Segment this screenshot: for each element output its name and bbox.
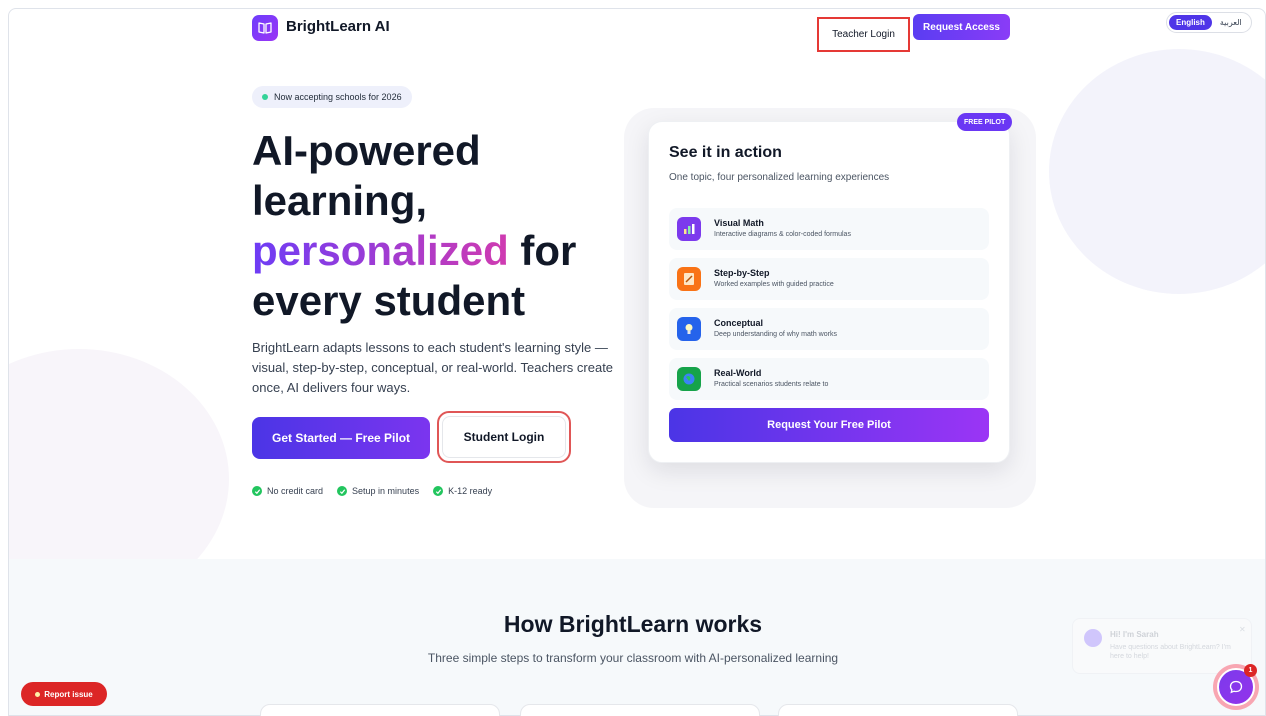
step-card (260, 704, 500, 716)
check-glyph (254, 488, 260, 494)
lightbulb-glyph (685, 324, 693, 334)
check-circle-icon (337, 486, 348, 496)
mode-item-conceptual[interactable]: Conceptual Deep understanding of why mat… (669, 308, 989, 350)
mode-desc: Worked examples with guided practice (714, 281, 834, 288)
chart-glyph (684, 224, 695, 234)
mode-item-real-world[interactable]: Real-World Practical scenarios students … (669, 358, 989, 400)
lightbulb-icon (677, 317, 701, 341)
check-label: No credit card (267, 486, 324, 496)
hero-title-line4: every student (252, 277, 526, 324)
book-icon[interactable] (252, 15, 278, 41)
request-free-pilot-button[interactable]: Request Your Free Pilot (669, 408, 989, 442)
request-access-button[interactable]: Request Access (913, 14, 1010, 40)
chat-agent-name: Hi! I'm Sarah (1110, 630, 1159, 639)
close-icon[interactable]: ✕ (1239, 625, 1246, 634)
lang-english-option[interactable]: English (1169, 15, 1212, 30)
mode-item-visual-math[interactable]: Visual Math Interactive diagrams & color… (669, 208, 989, 250)
announcement-badge: Now accepting schools for 2026 (252, 86, 412, 108)
free-pilot-badge: FREE PILOT (957, 113, 1013, 131)
demo-card: See it in action One topic, four persona… (648, 121, 1010, 463)
globe-icon (677, 367, 701, 391)
language-switcher[interactable]: English العربية (1166, 12, 1252, 33)
demo-card-title: See it in action (669, 144, 782, 161)
mode-desc: Practical scenarios students relate to (714, 381, 829, 388)
avatar (1084, 629, 1102, 647)
memo-icon (677, 267, 701, 291)
hero-title: AI-powered learning, personalized for ev… (252, 126, 652, 326)
hero-title-for: for (508, 227, 577, 274)
demo-card-subtitle: One topic, four personalized learning ex… (669, 172, 890, 183)
teacher-login-button[interactable]: Teacher Login (817, 17, 910, 52)
check-label: K-12 ready (448, 486, 493, 496)
mode-name: Visual Math (714, 218, 764, 228)
hero-title-line1: AI-powered (252, 127, 481, 174)
get-started-button[interactable]: Get Started — Free Pilot (252, 417, 430, 459)
book-glyph (258, 22, 272, 34)
hero-description: BrightLearn adapts lessons to each stude… (252, 340, 614, 395)
check-item: K-12 ready (433, 486, 492, 496)
badge-text: Now accepting schools for 2026 (274, 92, 402, 102)
chat-glyph (1229, 680, 1243, 694)
check-glyph (339, 488, 345, 494)
check-item: No credit card (252, 486, 323, 496)
student-login-label: Student Login (442, 416, 566, 458)
check-item: Setup in minutes (337, 486, 419, 496)
chart-icon (677, 217, 701, 241)
report-issue-button[interactable]: Report issue (21, 682, 107, 706)
report-issue-label: Report issue (44, 689, 93, 699)
mode-item-step-by-step[interactable]: Step-by-Step Worked examples with guided… (669, 258, 989, 300)
feature-checks: No credit card Setup in minutes K-12 rea… (252, 486, 492, 496)
mode-name: Real-World (714, 368, 762, 378)
check-circle-icon (252, 486, 262, 496)
mode-name: Conceptual (714, 318, 764, 328)
check-glyph (435, 488, 441, 494)
mode-desc: Deep understanding of why math works (714, 331, 837, 338)
globe-glyph (683, 373, 695, 385)
check-circle-icon (433, 486, 444, 496)
decorative-blob-right (1049, 49, 1265, 294)
student-login-button[interactable]: Student Login (437, 411, 571, 463)
step-card (520, 704, 760, 716)
hero-title-highlight: personalized (252, 227, 509, 274)
brand-name[interactable]: BrightLearn AI (286, 18, 390, 35)
step-card (778, 704, 1018, 716)
memo-glyph (684, 273, 694, 285)
check-label: Setup in minutes (352, 486, 420, 496)
bug-icon (35, 691, 41, 697)
mode-desc: Interactive diagrams & color-coded formu… (714, 231, 851, 238)
notification-count-badge: 1 (1244, 664, 1257, 677)
chat-message: Have questions about BrightLearn? I'm he… (1110, 644, 1231, 660)
lang-arabic-option[interactable]: العربية (1220, 18, 1242, 27)
mode-name: Step-by-Step (714, 268, 770, 278)
status-dot-icon (262, 94, 268, 100)
hero-title-line2: learning, (252, 177, 428, 224)
